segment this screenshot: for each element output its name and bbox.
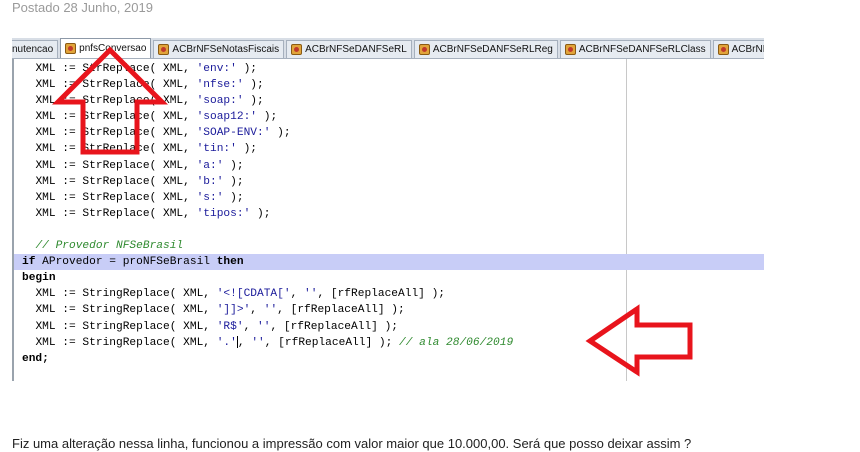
red-left-arrow-annotation bbox=[585, 304, 693, 377]
red-up-arrow-annotation bbox=[51, 46, 169, 155]
annotation-overlay bbox=[51, 46, 693, 377]
